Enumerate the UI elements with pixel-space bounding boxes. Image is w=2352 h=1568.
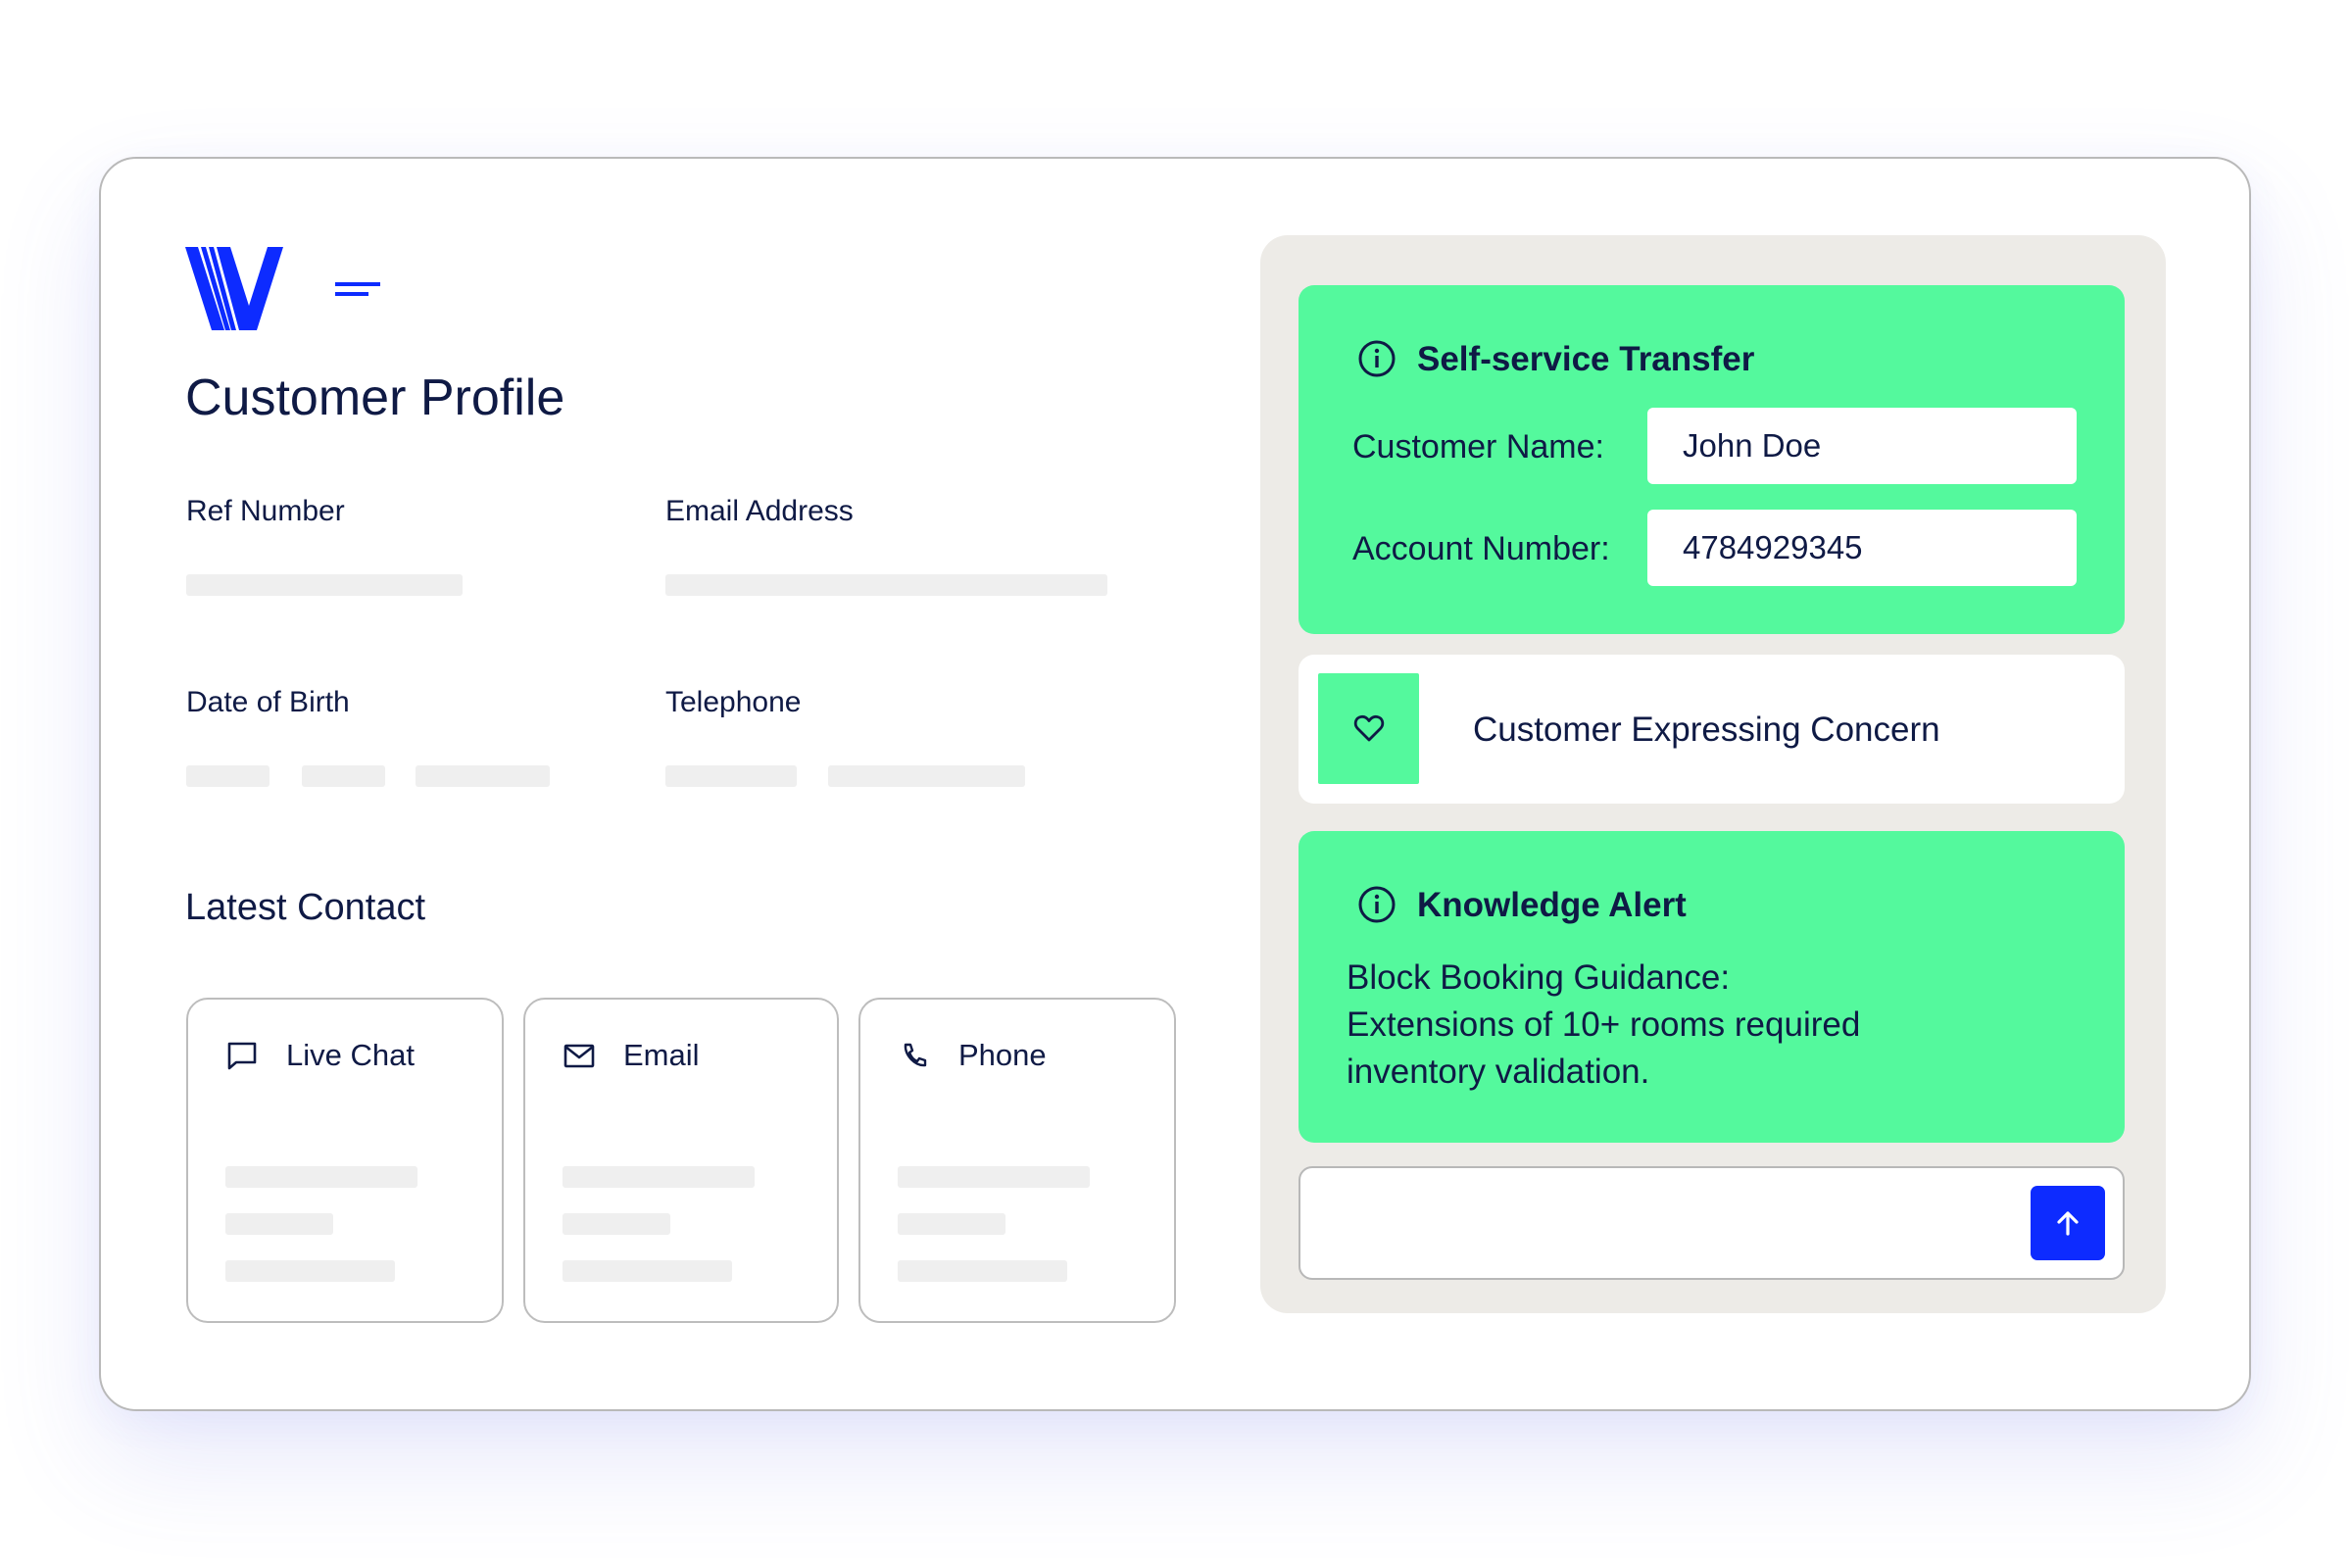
contact-label-email: Email (623, 1038, 700, 1072)
contact-line-placeholder (225, 1260, 395, 1282)
contact-line-placeholder (563, 1260, 732, 1282)
message-input[interactable] (1298, 1166, 2125, 1280)
contact-card-phone[interactable]: Phone (858, 998, 1176, 1323)
send-button[interactable] (2031, 1186, 2105, 1260)
ref-number-label: Ref Number (186, 495, 345, 527)
account-number-label: Account Number: (1352, 530, 1610, 567)
menu-icon[interactable] (335, 278, 382, 302)
email-address-label: Email Address (665, 495, 854, 527)
knowledge-alert-title: Knowledge Alert (1417, 886, 1687, 924)
account-number-value: 4784929345 (1683, 529, 1863, 565)
chat-bubble-icon (227, 1042, 257, 1070)
dob-month-placeholder (302, 765, 385, 787)
contact-card-live-chat[interactable]: Live Chat (186, 998, 504, 1323)
account-number-field[interactable]: 4784929345 (1647, 510, 2077, 586)
latest-contact-title: Latest Contact (185, 887, 426, 928)
contact-line-placeholder (563, 1166, 755, 1188)
knowledge-alert-line: Extensions of 10+ rooms required (1347, 1005, 1861, 1044)
contact-line-placeholder (225, 1166, 417, 1188)
sentiment-text: Customer Expressing Concern (1473, 710, 1940, 749)
phone-icon (904, 1043, 927, 1067)
dob-year-placeholder (416, 765, 550, 787)
ref-number-placeholder (186, 574, 463, 596)
customer-name-value: John Doe (1683, 427, 1822, 464)
transfer-title: Self-service Transfer (1417, 340, 1755, 378)
contact-label-phone: Phone (958, 1038, 1047, 1072)
contact-line-placeholder (563, 1213, 670, 1235)
arrow-up-icon (2057, 1211, 2079, 1236)
knowledge-alert-line: inventory validation. (1347, 1053, 1650, 1091)
telephone-label: Telephone (665, 686, 802, 718)
info-icon (1358, 340, 1396, 377)
heart-icon (1353, 714, 1385, 742)
contact-line-placeholder (225, 1213, 333, 1235)
customer-name-field[interactable]: John Doe (1647, 408, 2077, 484)
telephone-code-placeholder (665, 765, 797, 787)
telephone-number-placeholder (828, 765, 1025, 787)
info-icon (1358, 886, 1396, 923)
v-logo-icon (185, 247, 283, 330)
page-title: Customer Profile (185, 369, 565, 426)
date-of-birth-label: Date of Birth (186, 686, 350, 718)
email-address-placeholder (665, 574, 1107, 596)
contact-line-placeholder (898, 1213, 1005, 1235)
contact-line-placeholder (898, 1166, 1090, 1188)
customer-name-label: Customer Name: (1352, 428, 1604, 466)
sentiment-icon-box (1318, 673, 1419, 784)
contact-line-placeholder (898, 1260, 1067, 1282)
contact-label-live-chat: Live Chat (286, 1038, 415, 1072)
envelope-icon (564, 1044, 595, 1068)
knowledge-alert-line: Block Booking Guidance: (1347, 958, 1731, 997)
contact-card-email[interactable]: Email (523, 998, 839, 1323)
dob-day-placeholder (186, 765, 270, 787)
